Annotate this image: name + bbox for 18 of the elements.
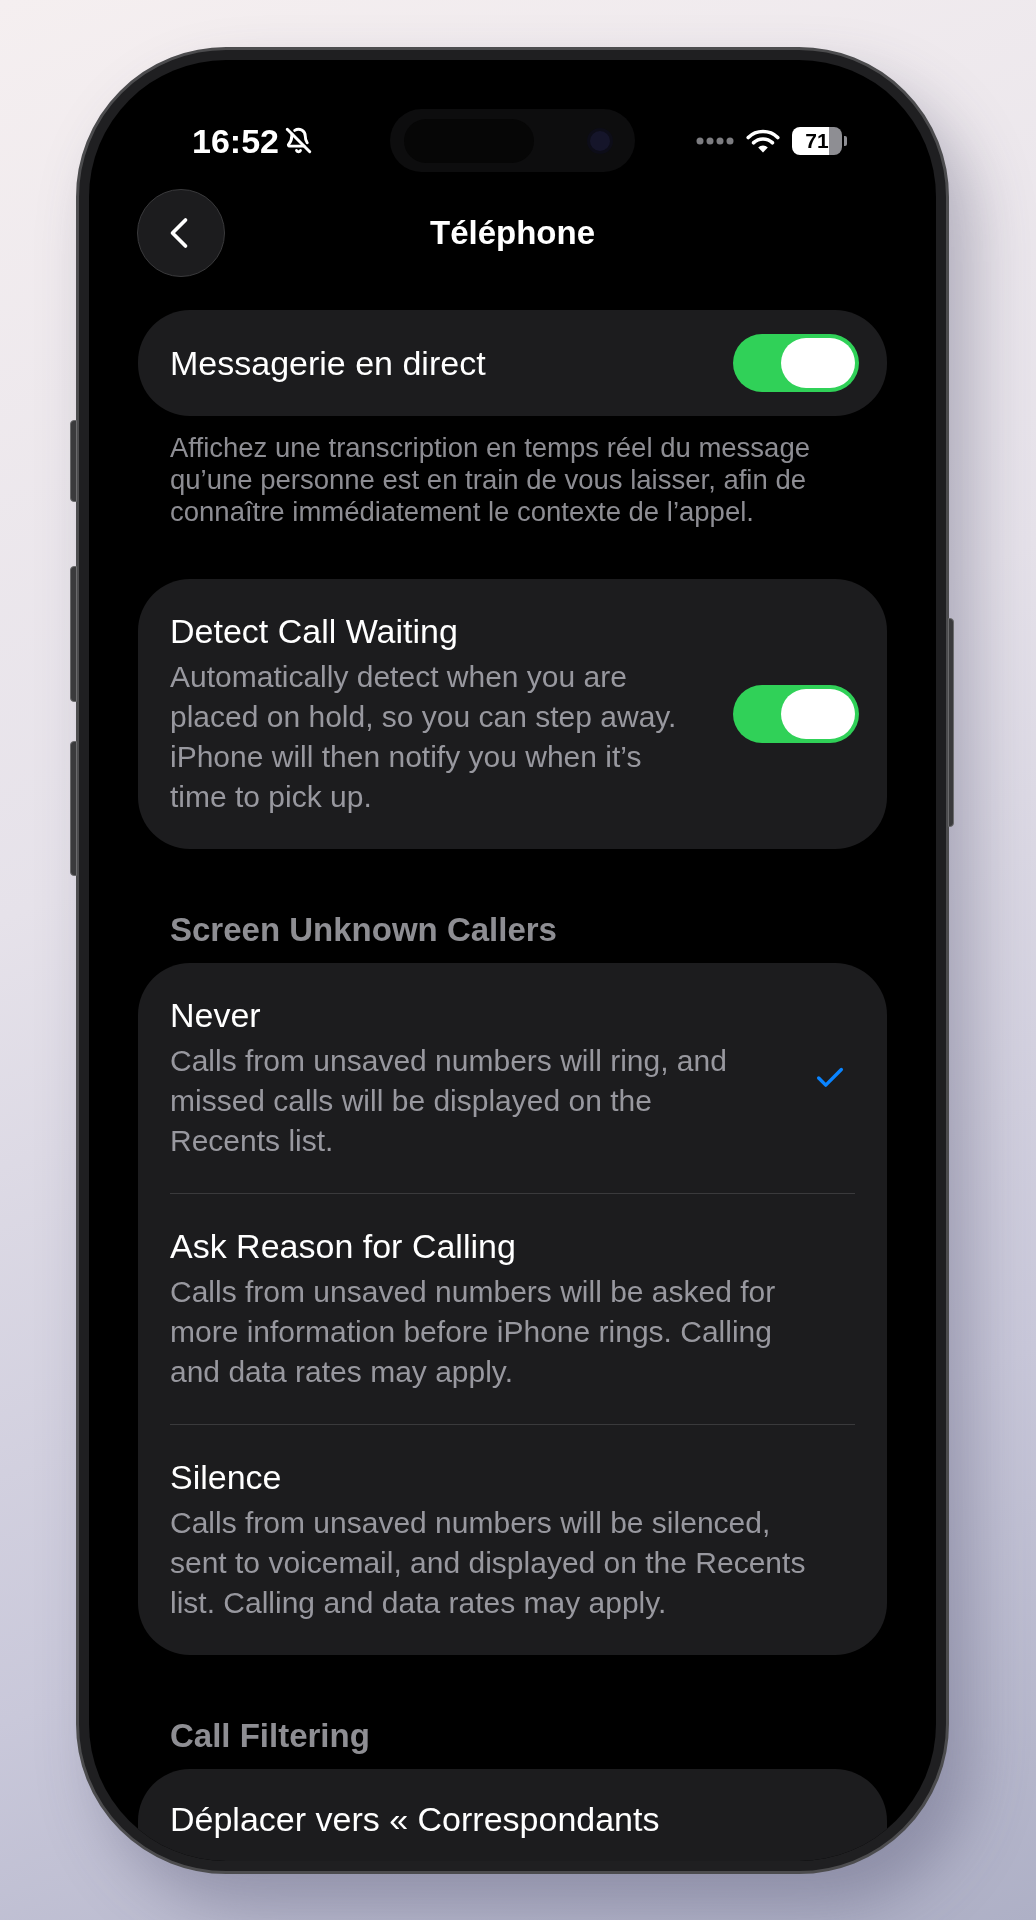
toggle-switch[interactable] [733,685,859,743]
option-row[interactable]: Silence Calls from unsaved numbers will be silenced, sent to voicemail, and displayed on the Recents list. Calling and data rates may apply. [138,1425,887,1655]
setting-label: Messagerie en direct [170,343,486,383]
footer-text: Affichez une transcription en temps réel du message qu’une personne est en train de vous laisser, afin de connaître immédiatement le contexte de l’appel. [170,432,811,528]
section-header: Call Filtering [169,1718,371,1754]
section-header: Screen Unknown Callers [169,912,558,948]
wifi-icon [746,128,780,153]
setting-label: Déplacer vers « Correspondants [170,1800,660,1838]
bell-slash-icon [284,127,312,154]
setting-description: Automatically detect when you are placed on hold, so you can step away. iPhone will then notify you when it’s time to pick up. [170,659,678,815]
option-row[interactable]: Never Calls from unsaved numbers will ring, and missed calls will be displayed on the Recents list. [138,963,887,1193]
signal-dots-icon [696,136,734,145]
toggle-switch[interactable] [733,334,859,392]
option-row[interactable]: Ask Reason for Calling Calls from unsaved numbers will be asked for more information before iPhone rings. Calling and data rates may apply. [138,1194,887,1424]
status-time: 16:52 [192,120,279,161]
screen-title: Téléphone [430,213,595,253]
setting-label: Detect Call Waiting [170,611,458,651]
battery-indicator: 71 [792,126,847,155]
